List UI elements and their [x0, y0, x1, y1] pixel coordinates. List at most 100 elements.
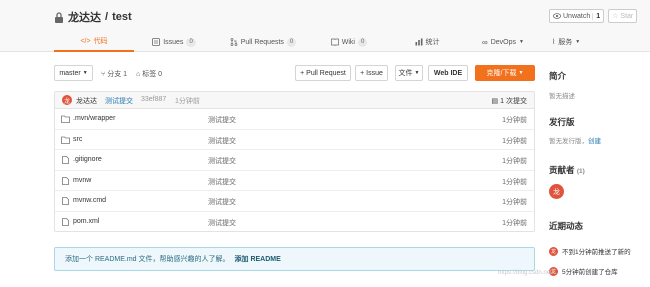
repo-separator: / — [105, 11, 109, 23]
folder-icon — [61, 115, 70, 123]
release-text: 暂无发行版， — [549, 138, 588, 145]
table-row[interactable]: .mvn/wrapper 测试提交 1分钟前 — [55, 109, 534, 130]
tab-pull-requests[interactable]: Pull Requests 0 — [214, 32, 312, 52]
pull-request-icon — [230, 38, 238, 46]
file-time: 1分钟前 — [502, 199, 527, 206]
file-icon — [62, 217, 69, 226]
sidebar-releases: 发行版 暂无发行版，创建 — [549, 116, 650, 145]
intro-text: 暂无描述 — [549, 93, 575, 100]
file-time: 1分钟前 — [502, 137, 527, 145]
unwatch-label: Unwatch — [563, 12, 591, 20]
tab-services[interactable]: ⌇ 服务 ▼ — [538, 32, 594, 52]
file-time: 1分钟前 — [502, 158, 527, 165]
file-name[interactable]: mvnw.cmd — [73, 197, 106, 204]
table-row[interactable]: src 测试提交 1分钟前 — [55, 130, 534, 150]
readme-tip: 添加一个 README.md 文件，帮助感兴趣的人了解。 添加 README — [54, 247, 535, 271]
repo-tabs: </> 代码 Issues 0 Pull Requests 0 Wiki 0 统… — [54, 32, 594, 52]
tab-issues-label: Issues — [163, 38, 184, 46]
repo-name-link[interactable]: test — [112, 11, 132, 23]
tab-code-label: 代码 — [93, 38, 108, 45]
file-name[interactable]: src — [73, 136, 82, 143]
repo-toolbar: master ▼ ⑂ 分支 1 ⌂ 标签 0 + Pull Request + … — [54, 65, 535, 82]
intro-title: 简介 — [549, 71, 567, 81]
unwatch-button[interactable]: Unwatch 1 — [549, 9, 605, 23]
branch-select[interactable]: master ▼ — [54, 65, 93, 81]
tab-issues[interactable]: Issues 0 — [134, 32, 214, 52]
infinity-icon: ∞ — [482, 37, 488, 47]
repo-owner-link[interactable]: 龙达达 — [68, 9, 101, 25]
web-ide-button[interactable]: Web IDE — [428, 65, 468, 81]
contributors-title: 贡献者 — [549, 165, 575, 175]
star-icon: ☆ — [612, 13, 619, 20]
tags-link[interactable]: ⌂ 标签 0 — [136, 69, 162, 79]
tab-devops[interactable]: ∞ DevOps ▼ — [468, 32, 538, 52]
repo-title: 龙达达 / test — [54, 9, 132, 25]
avatar[interactable]: 龙 — [549, 246, 558, 256]
tab-services-label: 服务 — [558, 39, 573, 46]
file-time: 1分钟前 — [502, 178, 527, 186]
branches-link[interactable]: ⑂ 分支 1 — [101, 69, 127, 79]
file-commit-message[interactable]: 测试提交 — [208, 156, 236, 166]
tab-stats[interactable]: 统计 — [386, 32, 468, 52]
file-commit-message[interactable]: 测试提交 — [208, 115, 236, 125]
file-commit-message[interactable]: 测试提交 — [208, 136, 236, 146]
file-name[interactable]: .mvn/wrapper — [73, 115, 115, 122]
activity-item[interactable]: 龙 5分钟前创建了仓库 — [549, 266, 618, 276]
watch-count[interactable]: 1 — [592, 12, 600, 20]
create-release-link[interactable]: 创建 — [588, 138, 601, 145]
file-name[interactable]: .gitignore — [73, 156, 102, 163]
file-commit-message[interactable]: 测试提交 — [208, 177, 236, 187]
clone-download-button[interactable]: 克隆/下载 ▼ — [475, 65, 535, 81]
file-commit-message[interactable]: 测试提交 — [208, 218, 236, 228]
sidebar-intro: 简介 暂无描述 — [549, 70, 650, 100]
branch-icon: ⑂ — [101, 70, 106, 78]
chevron-down-icon: ▼ — [519, 39, 524, 45]
commit-message[interactable]: 测试提交 — [105, 96, 133, 106]
file-menu-label: 文件 — [398, 70, 413, 77]
issues-badge: 0 — [186, 37, 196, 47]
table-row[interactable]: pom.xml 测试提交 1分钟前 — [55, 212, 534, 233]
history-icon: ▤ — [491, 98, 499, 105]
file-name[interactable]: mvnw — [73, 177, 91, 184]
file-time: 1分钟前 — [502, 219, 527, 227]
watch-group: Unwatch 1 ☆ Star — [549, 9, 638, 23]
avatar[interactable]: 龙 — [549, 184, 564, 199]
folder-icon — [61, 136, 70, 144]
star-button[interactable]: ☆ Star — [608, 9, 638, 23]
tab-code[interactable]: </> 代码 — [54, 32, 134, 52]
file-time: 1分钟前 — [502, 117, 527, 124]
release-title: 发行版 — [549, 117, 575, 127]
branch-select-value: master — [59, 69, 81, 77]
chevron-down-icon: ▼ — [518, 70, 524, 76]
tab-wiki-label: Wiki — [341, 38, 355, 46]
chevron-down-icon: ▼ — [575, 39, 581, 45]
file-name[interactable]: pom.xml — [73, 218, 99, 225]
code-icon: </> — [80, 37, 91, 45]
table-row[interactable]: .gitignore 测试提交 1分钟前 — [55, 150, 534, 171]
chart-icon — [415, 38, 422, 46]
issues-icon — [152, 38, 161, 46]
table-row[interactable]: mvnw 测试提交 1分钟前 — [55, 171, 534, 191]
activity-text: 5分钟前创建了仓库 — [562, 269, 618, 276]
add-readme-link[interactable]: 添加 README — [235, 254, 281, 264]
file-menu-button[interactable]: 文件 ▼ — [395, 65, 423, 81]
pull-requests-badge: 0 — [286, 37, 297, 47]
tab-stats-label: 统计 — [425, 39, 440, 46]
pull-request-button[interactable]: + Pull Request — [295, 65, 351, 81]
file-icon — [62, 176, 69, 185]
file-icon — [62, 156, 69, 164]
new-issue-button[interactable]: + Issue — [355, 65, 388, 81]
tab-wiki[interactable]: Wiki 0 — [312, 32, 386, 52]
avatar[interactable]: 龙 — [62, 95, 72, 105]
commit-hash[interactable]: 33ef887 — [141, 96, 166, 103]
table-row[interactable]: mvnw.cmd 测试提交 1分钟前 — [55, 191, 534, 212]
file-commit-message[interactable]: 测试提交 — [208, 197, 236, 207]
commit-count-link[interactable]: ▤ 1 次提交 — [492, 96, 527, 106]
pulse-icon: ⌇ — [551, 39, 556, 46]
lock-icon — [55, 11, 63, 23]
file-list: 龙 龙达达 测试提交 33ef887 1分钟前 ▤ 1 次提交 .mvn/wra… — [54, 91, 535, 232]
commit-author[interactable]: 龙达达 — [76, 96, 97, 106]
activity-item[interactable]: 龙 不到1分钟前推送了新的 — [549, 246, 631, 256]
tag-icon: ⌂ — [136, 70, 141, 78]
clone-download-label: 克隆/下载 — [486, 70, 517, 77]
